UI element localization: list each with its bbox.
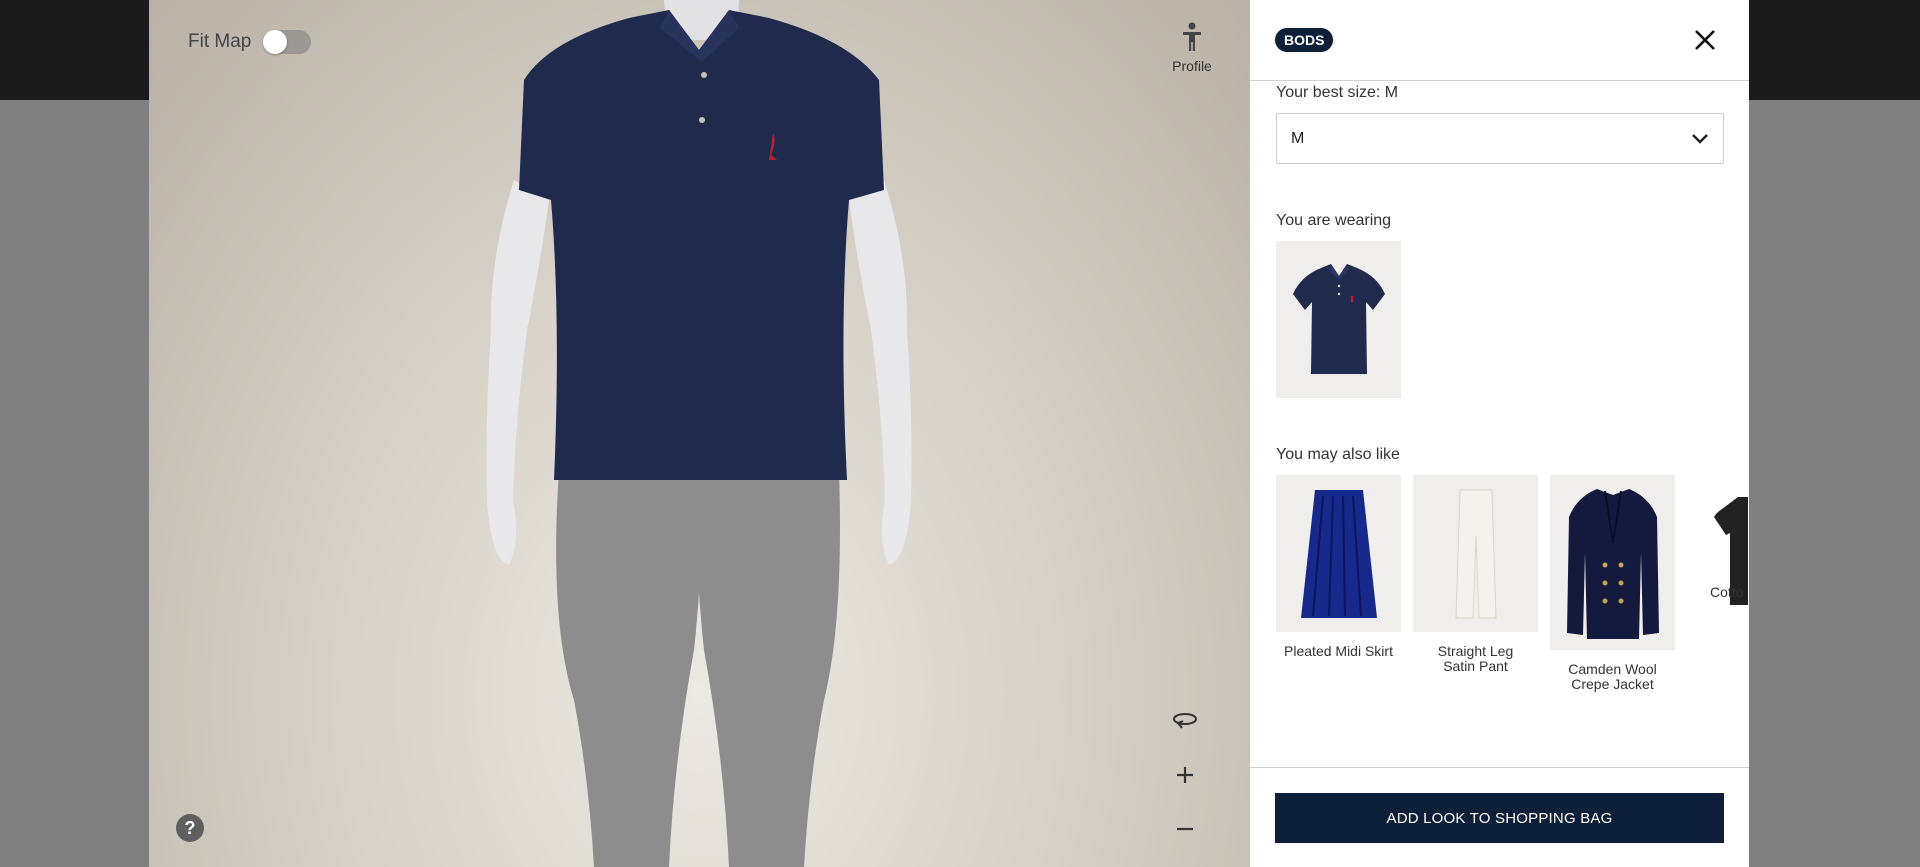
zoom-out-icon: [1177, 827, 1193, 831]
wearing-item-card[interactable]: [1276, 241, 1401, 398]
fit-map-toggle[interactable]: [263, 30, 312, 54]
fit-map-label: Fit Map: [188, 31, 252, 52]
add-to-bag-button[interactable]: ADD LOOK TO SHOPPING BAG: [1275, 793, 1724, 843]
panel-header: BODS: [1250, 0, 1749, 81]
recommendation-item[interactable]: Camden Wool Crepe Jacket: [1550, 475, 1675, 692]
recommendation-name: Straight Leg Satin Pant: [1437, 643, 1514, 674]
also-like-title: You may also like: [1276, 446, 1400, 463]
recommendation-item[interactable]: Pleated Midi Skirt: [1276, 475, 1401, 659]
mannequin-avatar: [486, 0, 912, 867]
rotate-button[interactable]: [1166, 702, 1204, 740]
zoom-in-icon: [1177, 767, 1193, 783]
size-select[interactable]: M: [1276, 113, 1724, 164]
fit-map-toggle-group: Fit Map: [188, 30, 312, 54]
footer-divider: [1250, 767, 1749, 768]
person-icon: [1183, 22, 1201, 51]
size-panel: BODS Your best size: M M You are wearing…: [1250, 0, 1749, 867]
jacket-image: [1550, 475, 1675, 650]
polo-shirt-image: [1292, 264, 1385, 374]
best-size-label: Your best size: M: [1276, 84, 1399, 101]
chevron-down-icon: [1692, 133, 1708, 144]
profile-button[interactable]: Profile: [1162, 22, 1222, 74]
satin-pant-icon: [1454, 489, 1497, 619]
recommendation-item[interactable]: Straight Leg Satin Pant: [1413, 475, 1538, 674]
close-button[interactable]: [1691, 26, 1719, 54]
skirt-image: [1276, 475, 1401, 632]
brand-logo: BODS: [1275, 28, 1334, 52]
zoom-in-button[interactable]: [1166, 756, 1204, 794]
close-icon: [1695, 30, 1715, 50]
zoom-out-button[interactable]: [1166, 810, 1204, 848]
wearing-title: You are wearing: [1276, 212, 1392, 229]
recommendation-name: Camden Wool Crepe Jacket: [1568, 661, 1657, 692]
toggle-knob: [263, 30, 288, 54]
recommendation-item-partial[interactable]: Cotto: [1710, 475, 1748, 715]
help-button[interactable]: ?: [176, 814, 204, 842]
wool-jacket-icon: [1566, 488, 1659, 639]
profile-label: Profile: [1172, 58, 1212, 74]
recommendation-name: Pleated Midi Skirt: [1284, 643, 1393, 659]
rotate-icon: [1173, 713, 1197, 729]
recommendation-name: Cotto: [1710, 584, 1744, 600]
size-select-value: M: [1291, 129, 1305, 147]
pleated-skirt-icon: [1300, 490, 1377, 618]
avatar-viewer[interactable]: Fit Map Profile ?: [149, 0, 1250, 867]
pant-image: [1413, 475, 1538, 632]
